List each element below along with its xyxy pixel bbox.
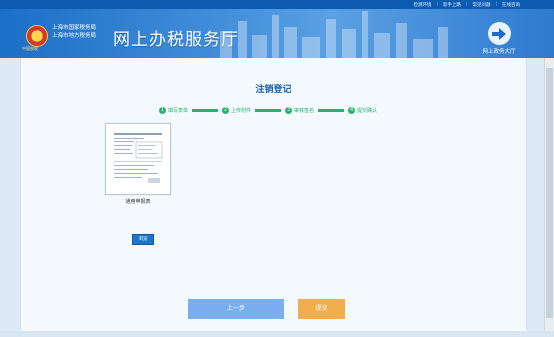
bureau-names: 上海市国家税务局 上海市地方税务局 [52, 24, 96, 40]
step-4: 4 提交确认 [348, 106, 378, 114]
bureau-local: 上海市地方税务局 [52, 33, 97, 39]
gov-hall-label: 网上政务大厅 [482, 49, 516, 55]
toplink-newbie[interactable]: 新手上路 [443, 2, 461, 8]
step-2-label: 上传附件 [231, 107, 252, 114]
bureau-national: 上海市国家税务局 [52, 25, 97, 31]
step-connector [192, 108, 219, 112]
toplink-check-env[interactable]: 检测环境 [413, 2, 431, 8]
page-title: 注销登记 [255, 85, 292, 95]
enter-arrow-icon [487, 22, 511, 45]
attachment-name: 通用申报表 [125, 199, 151, 205]
top-bar: 检测环境 | 新手上路 | 常见问题 | 在线咨询 [0, 0, 554, 9]
vertical-scrollbar[interactable] [544, 58, 554, 337]
scrollbar-thumb[interactable] [546, 68, 553, 318]
emblem-caption: 中国税收 [22, 46, 38, 51]
step-1-number: 1 [159, 106, 166, 114]
main-panel: 注销登记 1 填写表单 2 上传附件 3 审核签名 4 提交确认 通用申报表 浏… [20, 58, 527, 337]
step-2-number: 2 [222, 106, 230, 114]
toplink-separator: | [495, 2, 497, 7]
toplink-separator: | [436, 2, 438, 7]
site-header: 中国税收 上海市国家税务局 上海市地方税务局 网上办税服务厅 网上政务大厅 [0, 9, 554, 58]
browse-button[interactable]: 浏览 [132, 234, 154, 245]
step-1-label: 填写表单 [168, 107, 189, 114]
toplink-faq[interactable]: 常见问题 [472, 2, 490, 8]
skyline-decoration [220, 11, 448, 58]
step-progress: 1 填写表单 2 上传附件 3 审核签名 4 提交确认 [159, 105, 377, 115]
step-1: 1 填写表单 [159, 106, 189, 114]
site-title: 网上办税服务厅 [113, 30, 239, 50]
step-4-label: 提交确认 [357, 107, 378, 114]
step-3: 3 审核签名 [285, 106, 315, 114]
step-3-label: 审核签名 [294, 107, 315, 114]
toplink-online-consult[interactable]: 在线咨询 [502, 2, 520, 8]
gov-hall-button[interactable]: 网上政务大厅 [476, 22, 522, 58]
previous-step-button[interactable]: 上一步 [188, 299, 284, 319]
bottom-edge [0, 331, 554, 337]
document-preview-icon [112, 130, 164, 186]
attachment-thumbnail[interactable] [105, 123, 171, 195]
tax-emblem-icon [26, 25, 48, 47]
top-links: 检测环境 | 新手上路 | 常见问题 | 在线咨询 [413, 0, 520, 9]
toplink-separator: | [465, 2, 468, 7]
step-2: 2 上传附件 [222, 106, 252, 114]
submit-button[interactable]: 提交 [298, 299, 345, 319]
step-3-number: 3 [285, 106, 293, 114]
step-connector [255, 108, 282, 112]
step-connector [318, 108, 345, 112]
step-4-number: 4 [348, 106, 356, 114]
